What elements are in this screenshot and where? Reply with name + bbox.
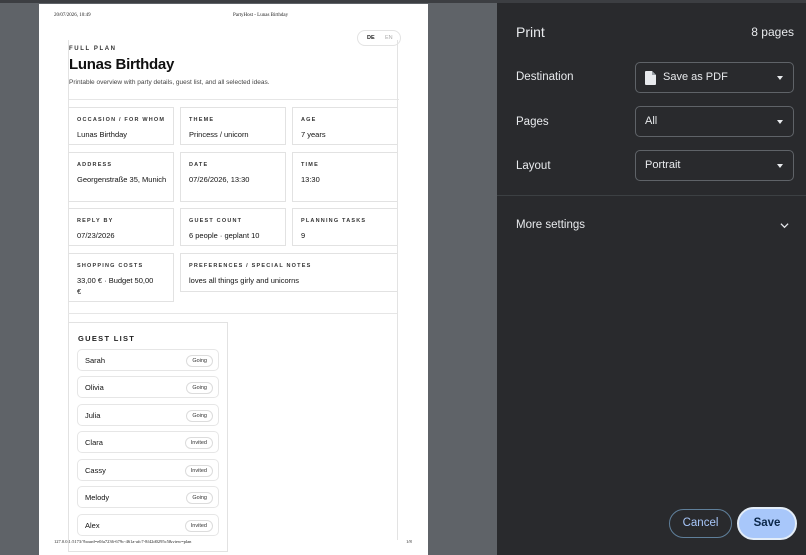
guest-status-badge: Invited (184, 465, 213, 477)
guest-name: Sarah (85, 356, 106, 365)
guest-list-title: GUEST LIST (78, 334, 136, 343)
print-title: Print (516, 24, 545, 40)
guest-status-badge: Going (186, 492, 213, 504)
lang-en: EN (385, 35, 393, 41)
layout-value: Portrait (645, 159, 681, 171)
card-time: TIME 13:30 (292, 152, 398, 202)
plan-eyebrow: FULL PLAN (69, 46, 117, 52)
preview-top-border (0, 0, 497, 3)
guest-row: Sarah Going (77, 349, 219, 371)
guest-row: Olivia Going (77, 376, 219, 398)
guest-row: Alex Invited (77, 514, 219, 536)
card-value: 13:30 (301, 175, 320, 184)
chevron-down-icon (777, 164, 783, 168)
destination-value: Save as PDF (663, 71, 728, 83)
card-theme: THEME Princess / unicorn (180, 107, 286, 145)
page-count: 8 pages (751, 25, 794, 39)
plan-right-border (397, 40, 398, 540)
card-value: 07/26/2026, 13:30 (189, 175, 250, 184)
print-settings-panel: Print 8 pages Destination Save as PDF Pa… (497, 0, 806, 555)
preview-page: 20/07/2026, 10:49 PartyHost - Lunas Birt… (39, 4, 428, 555)
guest-list-section: GUEST LIST Sarah Going Olivia Going Juli… (68, 322, 228, 552)
card-value: 6 people · geplant 10 (189, 231, 260, 240)
guest-name: Melody (85, 493, 110, 502)
guest-name: Cassy (85, 466, 106, 475)
plan-divider (68, 313, 398, 314)
card-planning-tasks: PLANNING TASKS 9 (292, 208, 398, 246)
page-header-datetime: 20/07/2026, 10:49 (54, 13, 91, 18)
card-value: Georgenstraße 35, Munich (77, 175, 167, 184)
destination-label: Destination (516, 71, 574, 83)
guest-status-badge: Going (186, 355, 213, 367)
card-date: DATE 07/26/2026, 13:30 (180, 152, 286, 202)
document-icon (645, 71, 656, 85)
language-toggle: DE EN (357, 30, 401, 46)
card-label: PREFERENCES / SPECIAL NOTES (189, 263, 312, 269)
card-value: 33,00 € · Budget 50,00 € (77, 276, 154, 296)
chevron-down-icon (777, 120, 783, 124)
card-label: GUEST COUNT (189, 218, 243, 224)
card-value: loves all things girly and unicorns (189, 276, 300, 285)
chevron-down-icon[interactable] (780, 221, 789, 230)
page-footer-url: 127.0.0.1:5173/?board=e0fa7236-679c-461a… (54, 539, 192, 544)
layout-label: Layout (516, 160, 551, 172)
guest-name: Julia (85, 411, 101, 420)
panel-top-border (497, 0, 806, 3)
pages-select[interactable]: All (635, 106, 794, 137)
card-label: OCCASION / FOR WHOM (77, 117, 166, 123)
pages-label: Pages (516, 116, 549, 128)
plan-subtitle: Printable overview with party details, g… (69, 79, 270, 86)
settings-divider (497, 195, 806, 196)
page-footer-number: 1/8 (406, 539, 412, 544)
card-shopping-costs: SHOPPING COSTS 33,00 € · Budget 50,00 € (68, 253, 174, 302)
print-preview-area: 20/07/2026, 10:49 PartyHost - Lunas Birt… (0, 0, 497, 555)
card-reply-by: REPLY BY 07/23/2026 (68, 208, 174, 246)
guest-status-badge: Invited (184, 437, 213, 449)
pages-value: All (645, 115, 658, 127)
lang-de: DE (367, 35, 375, 41)
guest-name: Olivia (85, 383, 104, 392)
guest-name: Alex (85, 521, 100, 530)
chevron-down-icon (777, 76, 783, 80)
guest-row: Cassy Invited (77, 459, 219, 481)
card-label: TIME (301, 162, 319, 168)
card-occasion: OCCASION / FOR WHOM Lunas Birthday (68, 107, 174, 145)
card-value: Lunas Birthday (77, 130, 128, 139)
guest-row: Julia Going (77, 404, 219, 426)
card-label: ADDRESS (77, 162, 113, 168)
plan-title: Lunas Birthday (69, 56, 174, 73)
more-settings-toggle[interactable]: More settings (516, 219, 585, 231)
card-label: AGE (301, 117, 317, 123)
guest-row: Melody Going (77, 486, 219, 508)
destination-select[interactable]: Save as PDF (635, 62, 794, 93)
card-label: SHOPPING COSTS (77, 263, 144, 269)
guest-name: Clara (85, 438, 103, 447)
card-preferences: PREFERENCES / SPECIAL NOTES loves all th… (180, 253, 398, 292)
layout-select[interactable]: Portrait (635, 150, 794, 181)
guest-status-badge: Going (186, 382, 213, 394)
card-label: REPLY BY (77, 218, 114, 224)
card-label: THEME (189, 117, 215, 123)
guest-row: Clara Invited (77, 431, 219, 453)
guest-status-badge: Invited (184, 520, 213, 532)
guest-status-badge: Going (186, 410, 213, 422)
page-header-title: PartyHost - Lunas Birthday (233, 13, 289, 18)
save-button[interactable]: Save (737, 507, 797, 540)
card-label: DATE (189, 162, 209, 168)
card-value: Princess / unicorn (189, 130, 249, 139)
card-value: 9 (301, 231, 306, 240)
card-guest-count: GUEST COUNT 6 people · geplant 10 (180, 208, 286, 246)
cancel-button[interactable]: Cancel (669, 509, 732, 538)
card-age: AGE 7 years (292, 107, 398, 145)
card-label: PLANNING TASKS (301, 218, 367, 224)
card-value: 07/23/2026 (77, 231, 115, 240)
plan-header: FULL PLAN Lunas Birthday Printable overv… (69, 30, 401, 100)
card-address: ADDRESS Georgenstraße 35, Munich (68, 152, 174, 202)
card-value: 7 years (301, 130, 326, 139)
